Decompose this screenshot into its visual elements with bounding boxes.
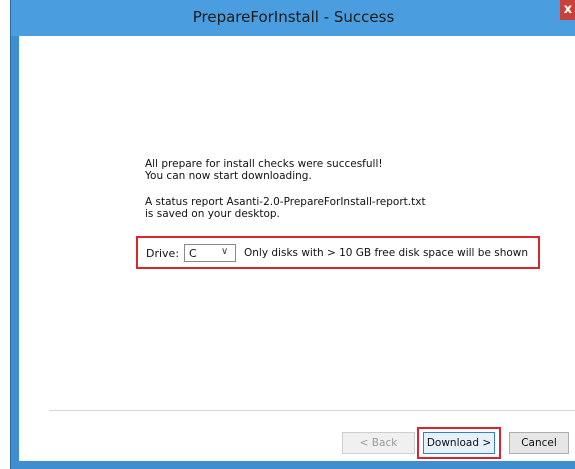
success-message: All prepare for install checks were succ… bbox=[145, 158, 383, 170]
cancel-button[interactable]: Cancel bbox=[509, 432, 569, 454]
report-location: is saved on your desktop. bbox=[145, 208, 280, 220]
report-message: A status report Asanti-2.0-PrepareForIns… bbox=[145, 196, 426, 208]
dialog-window: PrepareForInstall - Success x All prepar… bbox=[10, 0, 575, 469]
download-button[interactable]: Download > bbox=[423, 432, 495, 454]
download-highlight: Download > bbox=[417, 427, 501, 459]
back-button[interactable]: < Back bbox=[342, 432, 415, 454]
close-button[interactable]: x bbox=[560, 0, 575, 20]
drive-selected-value: C bbox=[189, 247, 197, 260]
chevron-down-icon[interactable]: ∨ bbox=[221, 246, 228, 257]
drive-dropdown[interactable]: C ∨ bbox=[184, 244, 236, 262]
drive-label: Drive: bbox=[146, 247, 180, 260]
screenshot-stage: PrepareForInstall - Success x All prepar… bbox=[0, 0, 575, 469]
title-bar[interactable]: PrepareForInstall - Success x bbox=[11, 0, 575, 36]
window-title: PrepareForInstall - Success bbox=[192, 8, 395, 26]
dialog-content: All prepare for install checks were succ… bbox=[19, 36, 575, 461]
drive-selection-row: Drive: C ∨ Only disks with > 10 GB free … bbox=[136, 236, 540, 269]
download-hint: You can now start downloading. bbox=[145, 170, 312, 182]
drive-filter-note: Only disks with > 10 GB free disk space … bbox=[244, 247, 529, 259]
button-separator bbox=[49, 410, 575, 411]
